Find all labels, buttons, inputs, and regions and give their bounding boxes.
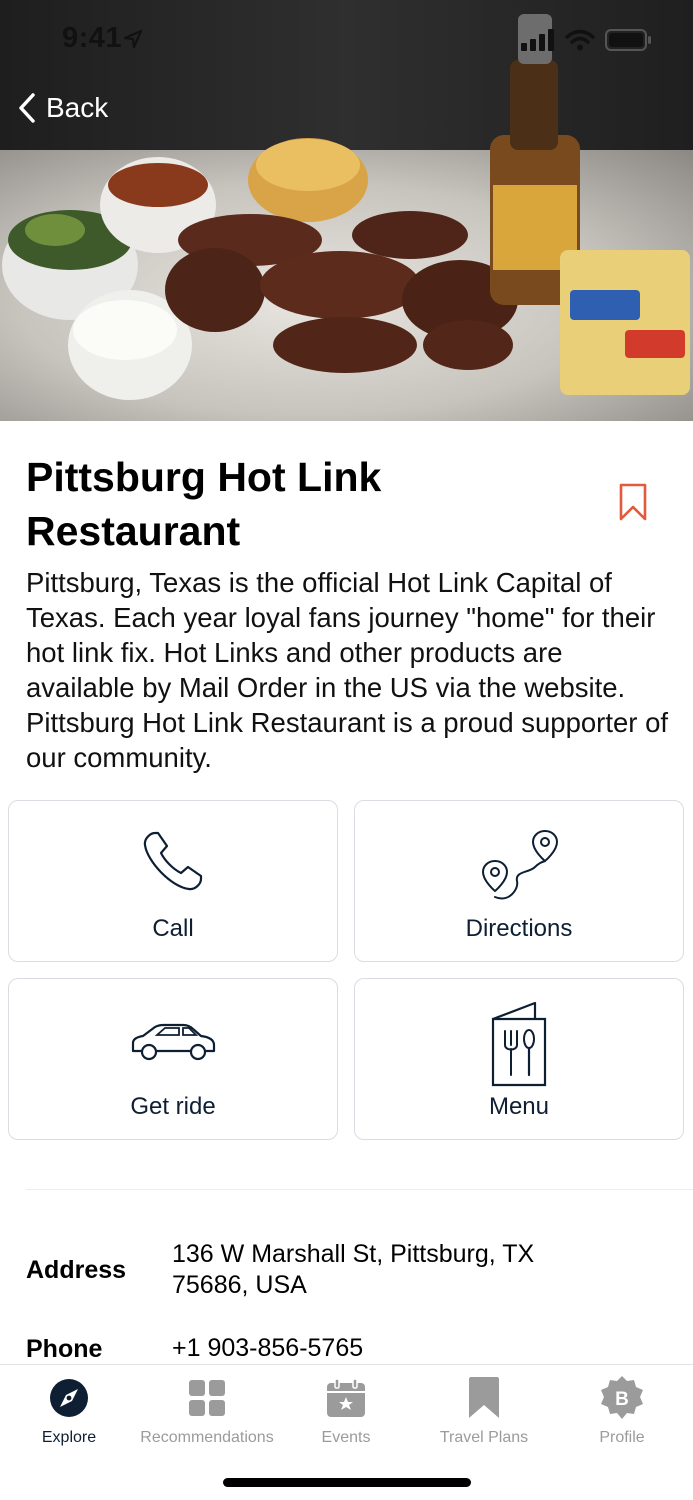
tab-recommendations[interactable]: Recommendations xyxy=(138,1373,276,1453)
phone-label: Phone xyxy=(26,1335,103,1363)
signal-icon xyxy=(521,29,554,51)
bookmark-icon[interactable] xyxy=(617,482,649,522)
status-time: 9:41 xyxy=(62,22,123,54)
back-button[interactable]: Back xyxy=(18,92,108,124)
svg-text:B: B xyxy=(615,1389,629,1410)
tab-travel-plans[interactable]: Travel Plans xyxy=(415,1373,553,1453)
car-icon xyxy=(131,1023,216,1061)
tab-events[interactable]: Events xyxy=(277,1373,415,1453)
address-value[interactable]: 136 W Marshall St, Pittsburg, TX 75686, … xyxy=(172,1239,612,1301)
calendar-icon xyxy=(327,1378,365,1417)
get-ride-label: Get ride xyxy=(130,1093,216,1120)
page-title: Pittsburg Hot Link Restaurant xyxy=(26,454,382,554)
call-label: Call xyxy=(152,915,194,942)
menu-label: Menu xyxy=(488,1093,550,1120)
tab-events-label: Events xyxy=(321,1429,371,1446)
grid-icon xyxy=(189,1380,225,1416)
get-ride-button[interactable]: Get ride xyxy=(8,978,338,1140)
compass-icon xyxy=(50,1379,88,1417)
menu-button[interactable]: Menu xyxy=(354,978,684,1140)
tab-explore[interactable]: Explore xyxy=(0,1373,138,1453)
wifi-icon xyxy=(565,29,595,51)
chevron-left-icon xyxy=(19,93,35,123)
location-arrow-icon xyxy=(123,29,143,49)
tab-profile[interactable]: B Profile xyxy=(553,1373,691,1453)
status-bar: 9:41 xyxy=(0,0,693,80)
call-button[interactable]: Call xyxy=(8,800,338,962)
section-divider xyxy=(26,1189,693,1190)
route-pin-icon xyxy=(481,829,559,900)
directions-button[interactable]: Directions xyxy=(354,800,684,962)
badge-icon: B xyxy=(601,1376,643,1419)
bookmark-icon xyxy=(469,1377,499,1418)
hero-image: 9:41 Back xyxy=(0,0,693,421)
tab-travel-plans-label: Travel Plans xyxy=(439,1429,529,1446)
phone-value[interactable]: +1 903-856-5765 xyxy=(172,1333,612,1364)
battery-icon xyxy=(605,29,651,51)
status-icons xyxy=(521,28,653,52)
directions-label: Directions xyxy=(465,915,573,942)
back-label: Back xyxy=(46,92,109,123)
tab-recommendations-label: Recommendations xyxy=(140,1429,274,1446)
menu-card-icon xyxy=(491,1001,547,1087)
place-description: Pittsburg, Texas is the official Hot Lin… xyxy=(26,567,669,773)
phone-icon xyxy=(143,831,203,891)
address-label: Address xyxy=(26,1256,127,1284)
home-indicator xyxy=(223,1478,471,1487)
tab-explore-label: Explore xyxy=(41,1429,97,1446)
tab-profile-label: Profile xyxy=(599,1429,645,1446)
